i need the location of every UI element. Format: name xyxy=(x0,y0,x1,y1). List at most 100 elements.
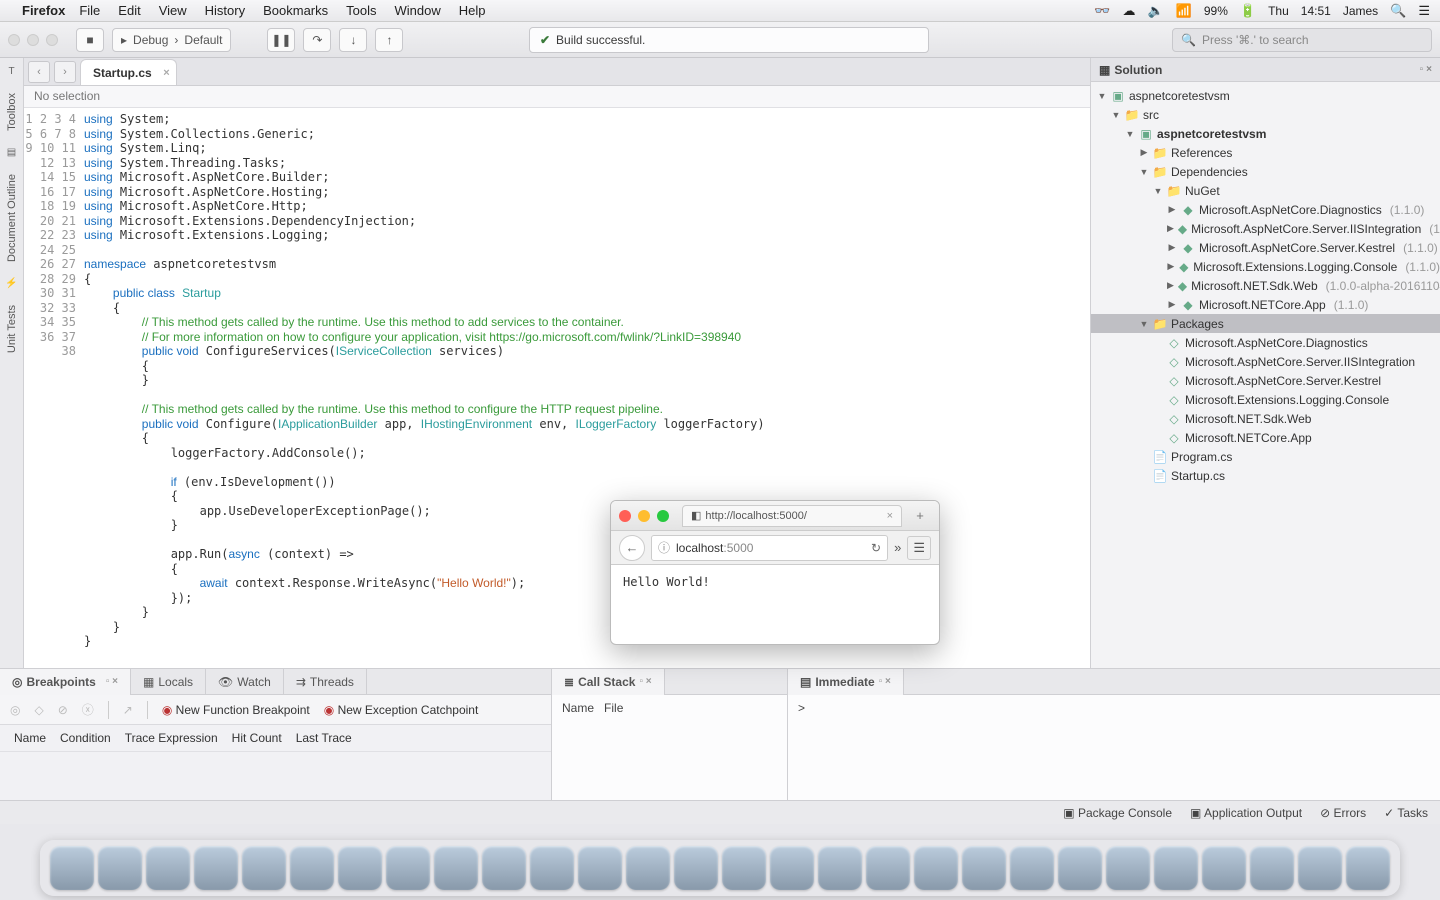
bp-btn-3[interactable]: ⊘ xyxy=(58,703,68,717)
rail-doc-outline[interactable]: Document Outline xyxy=(6,174,18,262)
tree-row[interactable]: ▼📁NuGet xyxy=(1091,181,1440,200)
nav-fwd-button[interactable]: › xyxy=(54,61,76,83)
dock-app[interactable] xyxy=(1250,846,1294,890)
dock-app[interactable] xyxy=(674,846,718,890)
info-icon[interactable]: ⓘ xyxy=(658,539,670,556)
overflow-icon[interactable]: » xyxy=(894,540,901,555)
dock-app[interactable] xyxy=(1010,846,1054,890)
menubar-user[interactable]: James xyxy=(1343,4,1378,18)
tree-row[interactable]: ▶◆Microsoft.Extensions.Logging.Console(1… xyxy=(1091,257,1440,276)
menu-tools[interactable]: Tools xyxy=(346,3,376,18)
tree-row[interactable]: ▶◆Microsoft.AspNetCore.Diagnostics(1.1.0… xyxy=(1091,200,1440,219)
immediate-body[interactable]: > xyxy=(788,695,1440,800)
bp-btn-2[interactable]: ◇ xyxy=(34,703,43,717)
footer-app-output[interactable]: ▣ Application Output xyxy=(1190,806,1302,820)
dock-app[interactable] xyxy=(98,846,142,890)
unit-tests-icon[interactable]: ⚡ xyxy=(5,278,17,289)
traffic-max[interactable] xyxy=(46,34,58,46)
dock-app[interactable] xyxy=(1106,846,1150,890)
new-tab-button[interactable]: + xyxy=(909,508,931,523)
nav-back-button[interactable]: ‹ xyxy=(28,61,50,83)
dock-app[interactable] xyxy=(1154,846,1198,890)
dock-app[interactable] xyxy=(1346,846,1390,890)
step-out-button[interactable]: ↑ xyxy=(375,28,403,52)
dock-app[interactable] xyxy=(194,846,238,890)
dock-app[interactable] xyxy=(290,846,334,890)
tree-row[interactable]: ▼📁Packages xyxy=(1091,314,1440,333)
footer-tasks[interactable]: ✓ Tasks xyxy=(1384,806,1428,820)
tab-callstack[interactable]: ≣ Call Stack▫ × xyxy=(552,669,665,695)
menu-hamburger-icon[interactable]: ☰ xyxy=(907,536,931,560)
dock-app[interactable] xyxy=(1202,846,1246,890)
dock-app[interactable] xyxy=(1058,846,1102,890)
battery-icon[interactable]: 🔋 xyxy=(1240,3,1256,19)
browser-min[interactable] xyxy=(638,510,650,522)
toolbox-icon[interactable]: T xyxy=(8,66,14,77)
tab-watch[interactable]: 👁 Watch xyxy=(206,669,284,695)
macos-dock[interactable] xyxy=(40,840,1400,896)
browser-urlbar[interactable]: ⓘ localhost:5000 ↻ xyxy=(651,535,888,561)
browser-back-button[interactable]: ← xyxy=(619,535,645,561)
menu-window[interactable]: Window xyxy=(395,3,441,18)
reload-icon[interactable]: ↻ xyxy=(871,541,881,555)
tab-threads[interactable]: ⇉ Threads xyxy=(284,669,367,695)
browser-tab-close[interactable]: × xyxy=(887,510,893,522)
dock-app[interactable] xyxy=(242,846,286,890)
tree-row[interactable]: ▼📁src xyxy=(1091,105,1440,124)
panel-undock-icon[interactable]: ▫ xyxy=(1420,64,1424,75)
dock-app[interactable] xyxy=(962,846,1006,890)
menu-bookmarks[interactable]: Bookmarks xyxy=(263,3,328,18)
global-search[interactable]: 🔍 Press '⌘.' to search xyxy=(1172,28,1432,52)
menu-view[interactable]: View xyxy=(159,3,187,18)
dock-app[interactable] xyxy=(578,846,622,890)
wifi-icon[interactable]: 📶 xyxy=(1176,3,1192,19)
new-exc-bp[interactable]: ◉ New Exception Catchpoint xyxy=(324,703,479,717)
dock-app[interactable] xyxy=(482,846,526,890)
menu-edit[interactable]: Edit xyxy=(118,3,140,18)
tab-close-icon[interactable]: × xyxy=(163,67,169,79)
tree-row[interactable]: ▼▣aspnetcoretestvsm xyxy=(1091,124,1440,143)
dock-app[interactable] xyxy=(386,846,430,890)
run-config[interactable]: ▸ Debug › Default xyxy=(112,28,231,52)
dock-app[interactable] xyxy=(626,846,670,890)
menu-help[interactable]: Help xyxy=(459,3,486,18)
step-in-button[interactable]: ↓ xyxy=(339,28,367,52)
tree-row[interactable]: ◇Microsoft.NETCore.App xyxy=(1091,428,1440,447)
dock-app[interactable] xyxy=(1298,846,1342,890)
panel-close-icon[interactable]: × xyxy=(1426,64,1432,75)
rail-unit-tests[interactable]: Unit Tests xyxy=(6,305,18,353)
menu-history[interactable]: History xyxy=(205,3,245,18)
tree-row[interactable]: ◇Microsoft.NET.Sdk.Web xyxy=(1091,409,1440,428)
dock-app[interactable] xyxy=(338,846,382,890)
bp-goto-icon[interactable]: ↗ xyxy=(123,703,133,717)
tree-row[interactable]: ▶◆Microsoft.AspNetCore.Server.IISIntegra… xyxy=(1091,219,1440,238)
doc-outline-icon[interactable]: ▤ xyxy=(7,147,16,158)
editor-tab[interactable]: Startup.cs × xyxy=(80,59,177,85)
traffic-min[interactable] xyxy=(27,34,39,46)
volume-icon[interactable]: 🔈 xyxy=(1148,3,1164,19)
solution-tree[interactable]: ▼▣aspnetcoretestvsm▼📁src▼▣aspnetcoretest… xyxy=(1091,82,1440,668)
tree-row[interactable]: ◇Microsoft.AspNetCore.Server.IISIntegrat… xyxy=(1091,352,1440,371)
step-over-button[interactable]: ↷ xyxy=(303,28,331,52)
dock-app[interactable] xyxy=(434,846,478,890)
footer-errors[interactable]: ⊘ Errors xyxy=(1320,806,1366,820)
tree-row[interactable]: ◇Microsoft.AspNetCore.Diagnostics xyxy=(1091,333,1440,352)
tree-row[interactable]: ▶📁References xyxy=(1091,143,1440,162)
tree-row[interactable]: ▶◆Microsoft.AspNetCore.Server.Kestrel(1.… xyxy=(1091,238,1440,257)
tree-row[interactable]: ▼📁Dependencies xyxy=(1091,162,1440,181)
new-func-bp[interactable]: ◉ New Function Breakpoint xyxy=(162,703,310,717)
breadcrumb[interactable]: No selection xyxy=(24,86,1090,108)
tree-row[interactable]: 📄Program.cs xyxy=(1091,447,1440,466)
browser-window[interactable]: ◧ http://localhost:5000/ × + ← ⓘ localho… xyxy=(610,500,940,645)
tree-row[interactable]: ▼▣aspnetcoretestvsm xyxy=(1091,86,1440,105)
tree-row[interactable]: 📄Startup.cs xyxy=(1091,466,1440,485)
spotlight-icon[interactable]: 🔍 xyxy=(1390,3,1406,19)
dock-app[interactable] xyxy=(530,846,574,890)
tab-locals[interactable]: ▦ Locals xyxy=(131,669,206,695)
browser-tab[interactable]: ◧ http://localhost:5000/ × xyxy=(682,505,902,527)
tree-row[interactable]: ◇Microsoft.AspNetCore.Server.Kestrel xyxy=(1091,371,1440,390)
bp-btn-4[interactable]: ⓧ xyxy=(82,701,94,718)
menu-file[interactable]: File xyxy=(79,3,100,18)
dock-app[interactable] xyxy=(146,846,190,890)
rail-toolbox[interactable]: Toolbox xyxy=(6,93,18,131)
